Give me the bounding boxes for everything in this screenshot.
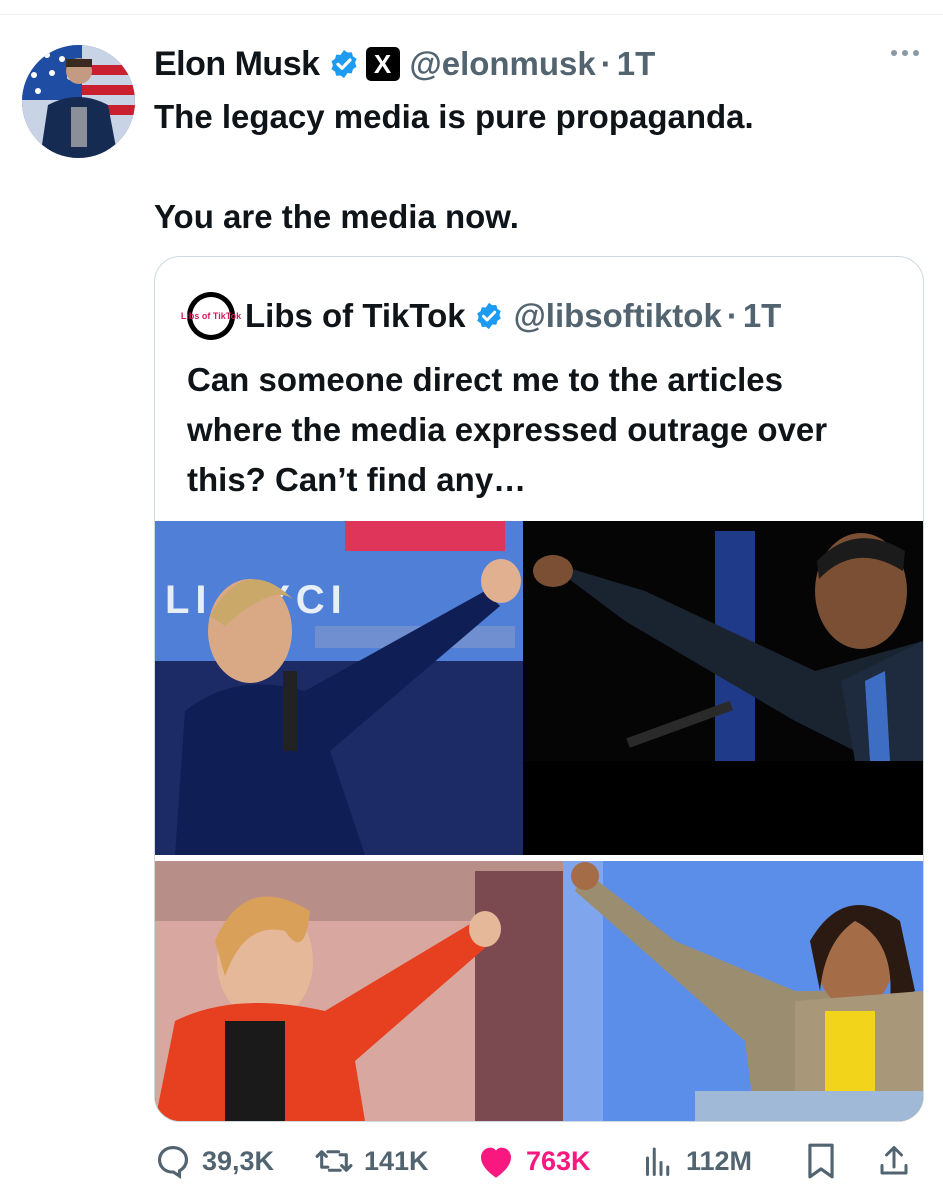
reply-button[interactable]: 39,3K [154, 1136, 274, 1186]
repost-button[interactable]: 141K [314, 1136, 429, 1186]
author-avatar[interactable] [22, 45, 135, 158]
author-name[interactable]: Elon Musk [154, 45, 320, 84]
repost-count: 141K [364, 1145, 429, 1176]
like-button[interactable]: 763K [476, 1136, 591, 1186]
collage-panel-top-right [523, 521, 923, 855]
quoted-avatar-text: Libs of TikTok [181, 297, 241, 335]
quoted-author-name[interactable]: Libs of TikTok [245, 297, 466, 335]
tweet-line-2: You are the media now. [154, 198, 519, 235]
heart-icon [481, 1147, 511, 1178]
more-options-icon[interactable] [891, 50, 919, 56]
top-divider [0, 14, 943, 15]
collage-panel-bottom-left [155, 861, 563, 1121]
action-bar: 39,3K 141K 763K 112M [154, 1136, 922, 1186]
reply-icon [157, 1145, 189, 1179]
verified-badge-icon[interactable] [328, 48, 360, 80]
share-icon [880, 1146, 908, 1175]
quoted-time[interactable]: 1T [743, 297, 782, 335]
bookmark-button[interactable] [804, 1136, 848, 1186]
reply-count: 39,3K [202, 1145, 275, 1176]
share-button[interactable] [876, 1136, 922, 1186]
quoted-avatar[interactable]: Libs of TikTok [181, 292, 241, 340]
views-button[interactable]: 112M [640, 1136, 752, 1186]
collage-panel-top-left: LI RYCI [155, 521, 523, 855]
author-handle[interactable]: @elonmusk [410, 45, 596, 83]
repost-icon [315, 1150, 353, 1172]
bookmark-icon [808, 1143, 834, 1179]
tweet-line-1: The legacy media is pure propaganda. [154, 98, 754, 135]
verified-badge-icon[interactable] [474, 301, 504, 331]
quoted-text: Can someone direct me to the articles wh… [187, 361, 828, 498]
collage-panel-bottom-right [563, 861, 923, 1121]
x-logo-icon[interactable]: X [365, 47, 400, 81]
quoted-image-collage[interactable]: LI RYCI [155, 521, 923, 1121]
tweet-text: The legacy media is pure propaganda. You… [154, 92, 914, 242]
quoted-tweet[interactable]: Libs of TikTok Libs of TikTok @libsoftik… [154, 256, 924, 1122]
quoted-header: Libs of TikTok Libs of TikTok @libsoftik… [181, 292, 782, 340]
tweet-time[interactable]: 1T [617, 45, 656, 83]
like-count: 763K [526, 1145, 591, 1176]
views-count: 112M [686, 1145, 753, 1176]
quoted-author-handle[interactable]: @libsoftiktok [514, 297, 722, 335]
tweet-header: Elon Musk X @elonmusk · 1T [154, 40, 655, 88]
views-icon [646, 1147, 670, 1176]
separator-dot: · [726, 297, 738, 334]
separator-dot: · [600, 45, 612, 82]
